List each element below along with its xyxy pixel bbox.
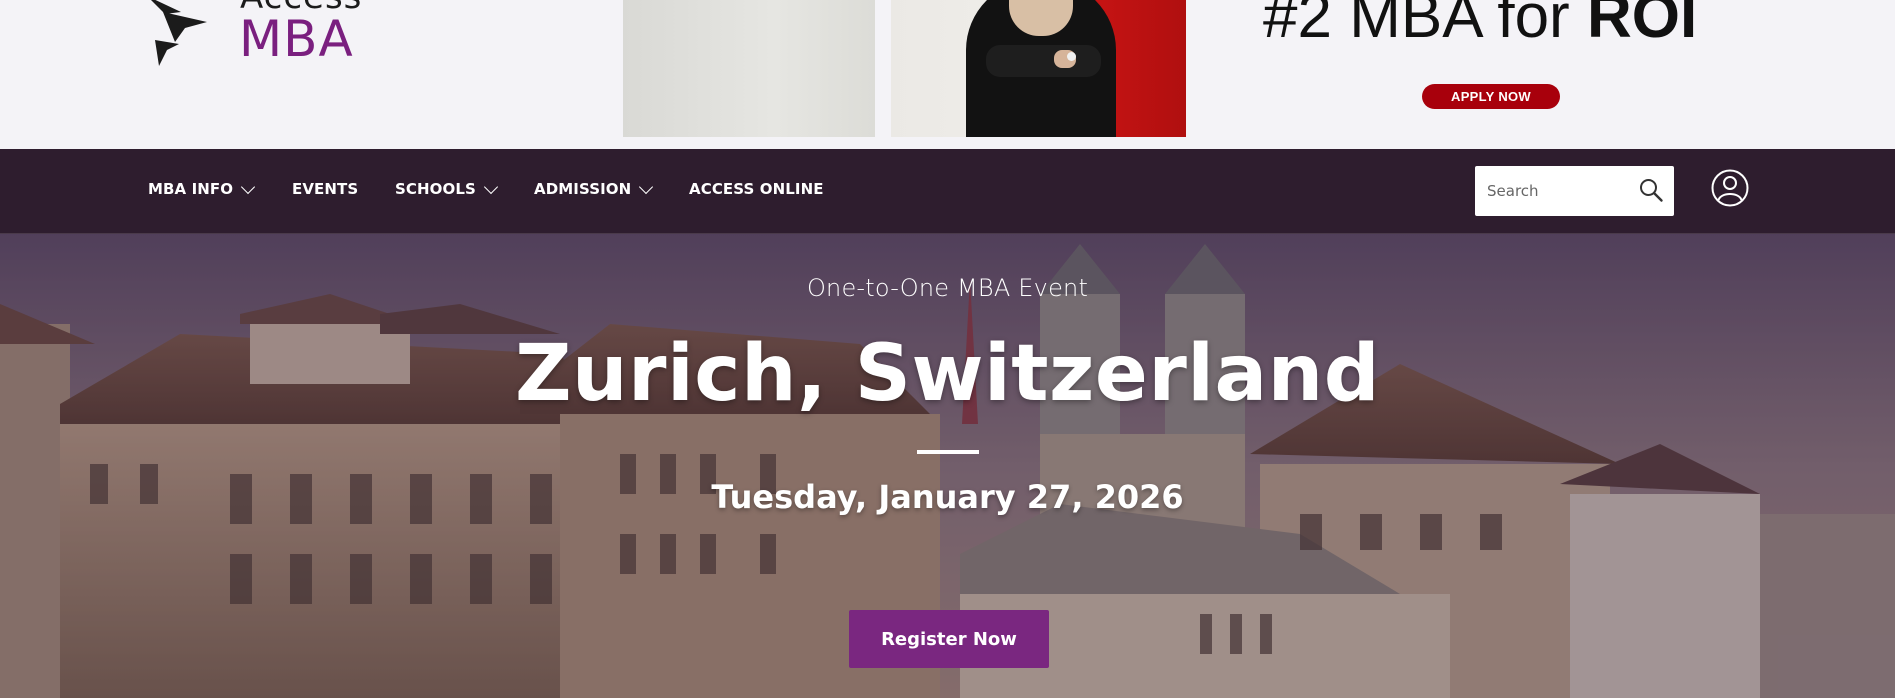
nav-item-mba-info[interactable]: MBA INFO xyxy=(148,179,256,198)
nav-item-admission[interactable]: ADMISSION xyxy=(534,179,654,198)
title-divider xyxy=(917,450,979,454)
ad-photo-left xyxy=(623,0,875,137)
nav-item-events[interactable]: EVENTS xyxy=(292,180,358,198)
ad-headline: #2 MBA for ROI xyxy=(1263,0,1698,51)
search-box xyxy=(1475,166,1674,216)
nav-item-label: ADMISSION xyxy=(534,180,632,198)
nav-item-label: EVENTS xyxy=(292,180,359,198)
chevron-down-icon xyxy=(483,179,499,194)
advertisement-banner[interactable]: #2 MBA for ROI APPLY NOW xyxy=(623,0,1723,137)
hero-section: One-to-One MBA Event Zurich, Switzerland… xyxy=(0,234,1895,698)
register-now-button[interactable]: Register Now xyxy=(849,610,1049,668)
access-mba-logo[interactable]: Access MBA xyxy=(145,0,385,72)
event-type-subtitle: One-to-One MBA Event xyxy=(806,274,1089,302)
event-city-title: Zurich, Switzerland xyxy=(514,329,1381,419)
ad-photo-person xyxy=(891,0,1186,137)
birds-logo-icon xyxy=(151,0,207,66)
nav-item-schools[interactable]: SCHOOLS xyxy=(395,179,499,198)
nav-item-label: MBA INFO xyxy=(148,180,234,198)
logo-main-text: MBA xyxy=(239,10,354,68)
event-date: Tuesday, January 27, 2026 xyxy=(711,478,1184,516)
chevron-down-icon xyxy=(241,179,256,194)
nav-item-label: SCHOOLS xyxy=(395,180,476,198)
search-input[interactable] xyxy=(1475,166,1637,216)
main-nav: MBA INFO EVENTS SCHOOLS ADMISSION ACCESS… xyxy=(0,149,1895,234)
nav-item-label: ACCESS ONLINE xyxy=(689,180,824,198)
ad-apply-now-button[interactable]: APPLY NOW xyxy=(1422,84,1560,109)
top-banner: Access MBA #2 MBA for ROI APPLY NOW xyxy=(0,0,1895,149)
search-icon[interactable] xyxy=(1638,177,1664,203)
nav-item-access-online[interactable]: ACCESS ONLINE xyxy=(689,180,824,198)
chevron-down-icon xyxy=(639,179,654,194)
user-icon[interactable] xyxy=(1711,169,1749,207)
